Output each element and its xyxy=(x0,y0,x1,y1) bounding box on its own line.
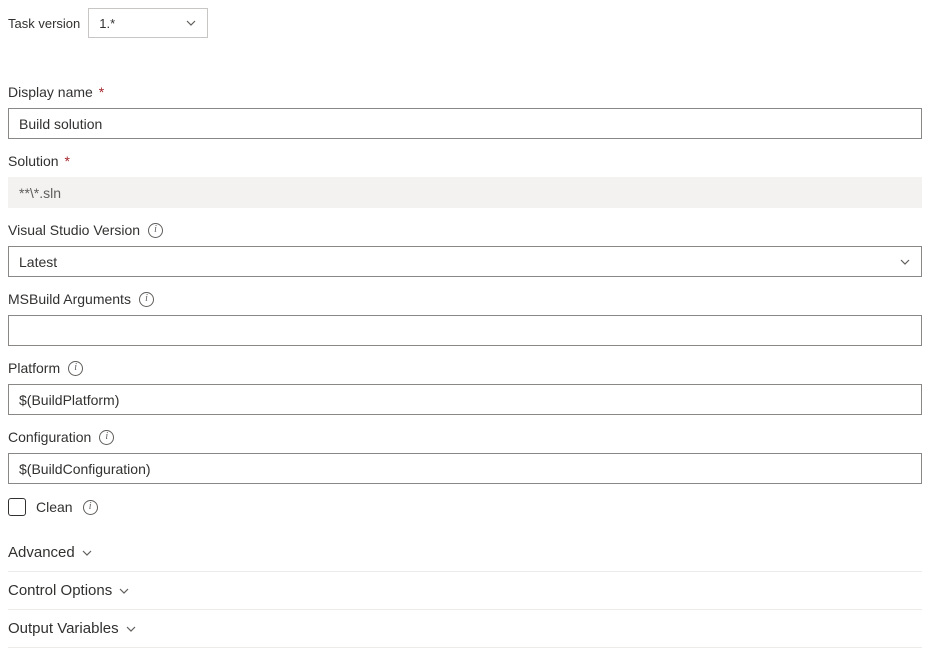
clean-label: Clean xyxy=(36,499,73,515)
msbuild-args-group: MSBuild Arguments i xyxy=(8,291,922,346)
section-control-options[interactable]: Control Options xyxy=(8,572,922,610)
solution-input[interactable] xyxy=(8,177,922,208)
required-indicator: * xyxy=(61,153,70,169)
task-version-label: Task version xyxy=(8,16,80,31)
vs-version-group: Visual Studio Version i Latest xyxy=(8,222,922,277)
chevron-down-icon xyxy=(899,256,911,268)
section-output-variables[interactable]: Output Variables xyxy=(8,610,922,648)
section-control-options-label: Control Options xyxy=(8,582,112,599)
chevron-down-icon xyxy=(185,17,197,29)
vs-version-label: Visual Studio Version i xyxy=(8,222,922,238)
section-advanced-label: Advanced xyxy=(8,544,75,561)
section-advanced[interactable]: Advanced xyxy=(8,534,922,572)
solution-label: Solution * xyxy=(8,153,922,169)
task-version-value: 1.* xyxy=(99,16,115,31)
required-indicator: * xyxy=(95,84,104,100)
chevron-down-icon xyxy=(125,623,137,635)
vs-version-value: Latest xyxy=(19,254,57,270)
platform-group: Platform i xyxy=(8,360,922,415)
display-name-input[interactable] xyxy=(8,108,922,139)
task-version-row: Task version 1.* xyxy=(8,8,922,38)
vs-version-select[interactable]: Latest xyxy=(8,246,922,277)
info-icon[interactable]: i xyxy=(148,223,163,238)
clean-row: Clean i xyxy=(8,498,922,516)
info-icon[interactable]: i xyxy=(68,361,83,376)
info-icon[interactable]: i xyxy=(83,500,98,515)
platform-label: Platform i xyxy=(8,360,922,376)
display-name-label: Display name * xyxy=(8,84,922,100)
solution-group: Solution * xyxy=(8,153,922,208)
msbuild-args-input[interactable] xyxy=(8,315,922,346)
configuration-input[interactable] xyxy=(8,453,922,484)
chevron-down-icon xyxy=(118,585,130,597)
task-version-select[interactable]: 1.* xyxy=(88,8,208,38)
chevron-down-icon xyxy=(81,547,93,559)
display-name-group: Display name * xyxy=(8,84,922,139)
msbuild-args-label: MSBuild Arguments i xyxy=(8,291,922,307)
configuration-group: Configuration i xyxy=(8,429,922,484)
info-icon[interactable]: i xyxy=(139,292,154,307)
info-icon[interactable]: i xyxy=(99,430,114,445)
section-output-variables-label: Output Variables xyxy=(8,620,119,637)
configuration-label: Configuration i xyxy=(8,429,922,445)
clean-checkbox[interactable] xyxy=(8,498,26,516)
platform-input[interactable] xyxy=(8,384,922,415)
